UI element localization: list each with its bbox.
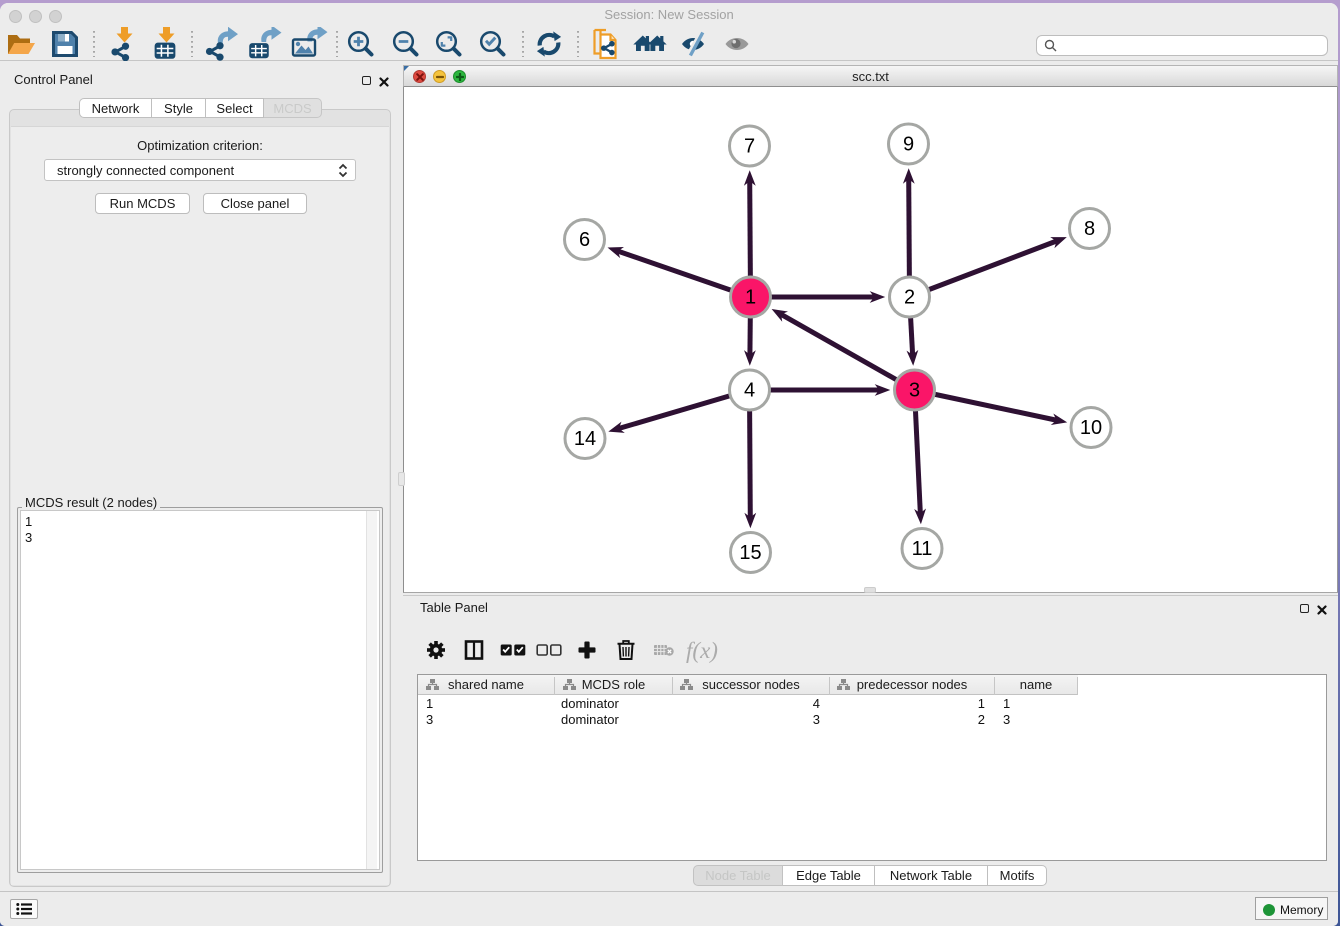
svg-text:11: 11 — [912, 538, 933, 560]
svg-text:1: 1 — [745, 287, 756, 309]
svg-text:9: 9 — [903, 134, 914, 156]
svg-text:4: 4 — [744, 380, 755, 402]
svg-text:6: 6 — [579, 229, 590, 251]
svg-text:2: 2 — [904, 287, 915, 309]
svg-text:15: 15 — [739, 542, 761, 564]
svg-text:7: 7 — [744, 136, 755, 158]
svg-text:f(x): f(x) — [686, 638, 718, 663]
svg-text:14: 14 — [574, 428, 596, 450]
svg-text:3: 3 — [909, 380, 920, 402]
svg-text:8: 8 — [1084, 218, 1095, 240]
svg-text:10: 10 — [1080, 417, 1102, 439]
